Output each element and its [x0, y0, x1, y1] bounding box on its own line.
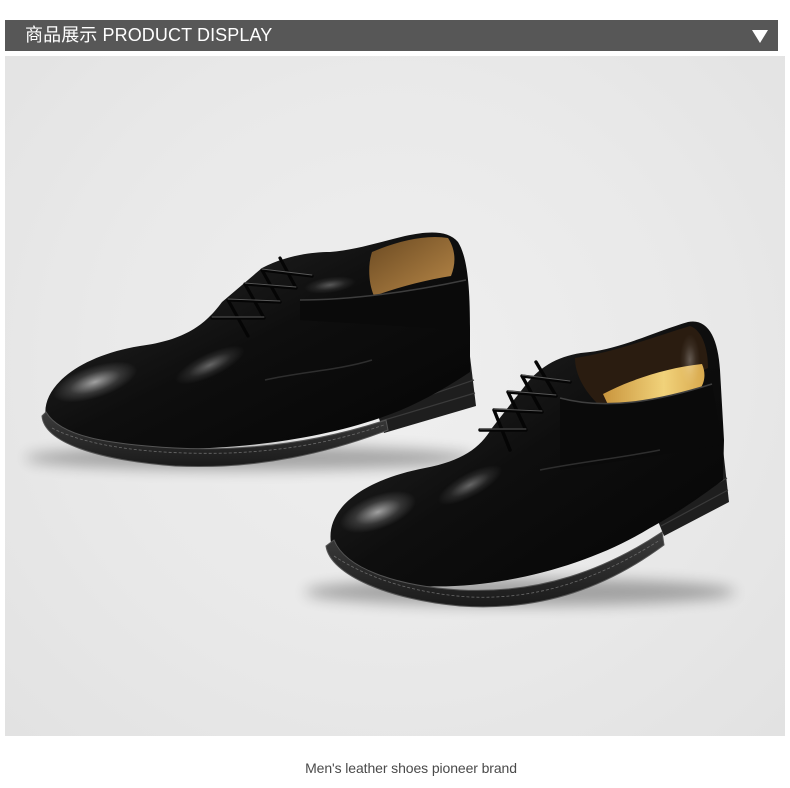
section-title: 商品展示 PRODUCT DISPLAY [25, 25, 273, 45]
section-header-bar: 商品展示 PRODUCT DISPLAY [5, 20, 778, 51]
left-shoe [25, 232, 476, 470]
product-caption: Men's leather shoes pioneer brand [305, 760, 517, 776]
shoes-illustration [25, 232, 735, 608]
product-photo [5, 56, 785, 736]
triangle-down-icon[interactable] [751, 28, 769, 44]
